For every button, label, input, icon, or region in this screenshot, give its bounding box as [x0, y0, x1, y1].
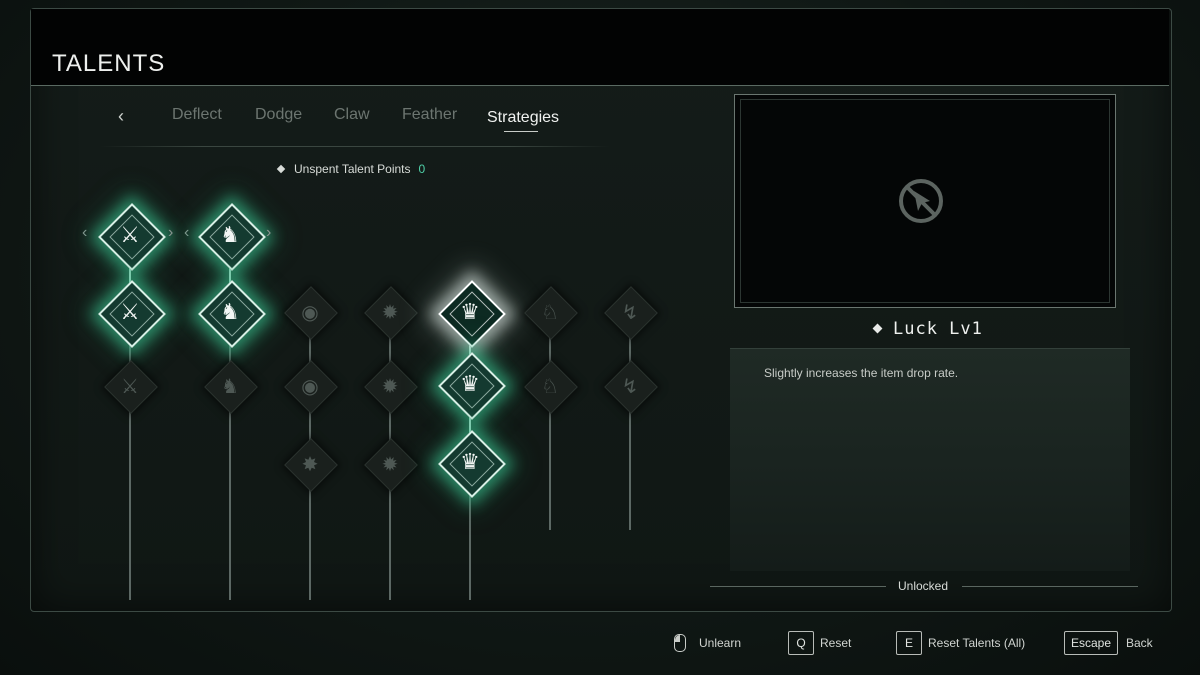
- reset-hint[interactable]: Reset: [820, 636, 851, 650]
- status-divider-left: [710, 586, 886, 587]
- crown-icon: ♛: [460, 299, 480, 324]
- armored-figure-icon: ♞: [221, 375, 239, 398]
- spiked-orb-icon: ✹: [381, 301, 399, 324]
- description-panel: [730, 348, 1130, 571]
- crossed-axes-icon: ⚔: [120, 299, 140, 324]
- lightning-staff-icon: ↯: [621, 301, 639, 324]
- unspent-points: Unspent Talent Points 0: [276, 162, 426, 176]
- shadow-beast-icon: ✸: [301, 453, 319, 476]
- spiked-orb-icon: ✹: [381, 453, 399, 476]
- crossed-axes-icon: ⚔: [120, 222, 140, 247]
- connector-line: [229, 410, 231, 600]
- unspent-points-value: 0: [418, 162, 426, 176]
- hooded-mask-icon: ◉: [301, 301, 319, 324]
- reset-all-hint[interactable]: Reset Talents (All): [928, 636, 1025, 650]
- connector-line: [549, 410, 551, 530]
- escape-key[interactable]: Escape: [1064, 631, 1118, 655]
- spiked-orb-icon: ✹: [381, 375, 399, 398]
- armored-figure-icon: ♞: [220, 222, 240, 247]
- diamond-icon: [872, 323, 883, 334]
- skill-description: Slightly increases the item drop rate.: [764, 366, 959, 380]
- dragon-head-icon: ♘: [541, 301, 559, 324]
- mouse-icon: [674, 634, 686, 652]
- chevron-left-icon[interactable]: ‹: [118, 106, 124, 127]
- tab-claw[interactable]: Claw: [334, 106, 370, 124]
- page-title: TALENTS: [52, 50, 166, 77]
- e-key[interactable]: E: [896, 631, 922, 655]
- connector-line: [389, 490, 391, 600]
- skill-name-text: Luck Lv1: [893, 319, 983, 339]
- header-bar: [31, 9, 1169, 86]
- unspent-points-label: Unspent Talent Points: [294, 162, 411, 176]
- diamond-icon: [276, 164, 286, 174]
- crossed-axes-icon: ⚔: [121, 375, 139, 398]
- tab-strategies[interactable]: Strategies: [487, 109, 559, 127]
- lightning-staff-icon: ↯: [621, 375, 639, 398]
- connector-line: [469, 490, 471, 600]
- tab-feather[interactable]: Feather: [402, 106, 457, 124]
- crown-icon: ♛: [460, 449, 480, 474]
- armored-figure-icon: ♞: [220, 299, 240, 324]
- q-key[interactable]: Q: [788, 631, 814, 655]
- next-variant-arrow[interactable]: ›: [168, 224, 173, 242]
- tab-dodge[interactable]: Dodge: [255, 106, 302, 124]
- tab-deflect[interactable]: Deflect: [172, 106, 222, 124]
- connector-line: [629, 410, 631, 530]
- active-tab-indicator: [504, 131, 538, 132]
- skill-name: Luck Lv1: [872, 319, 983, 339]
- no-video-icon: [899, 179, 943, 223]
- prev-variant-arrow[interactable]: ‹: [184, 224, 189, 242]
- status-divider-right: [962, 586, 1138, 587]
- next-variant-arrow[interactable]: ›: [266, 224, 271, 242]
- hooded-mask-icon: ◉: [301, 375, 319, 398]
- connector-line: [309, 490, 311, 600]
- connector-line: [129, 410, 131, 600]
- back-hint[interactable]: Back: [1126, 636, 1153, 650]
- skill-status: Unlocked: [898, 579, 949, 593]
- crown-icon: ♛: [460, 371, 480, 396]
- prev-variant-arrow[interactable]: ‹: [82, 224, 87, 242]
- dragon-head-icon: ♘: [541, 375, 559, 398]
- tabs-divider: [100, 146, 610, 147]
- unlearn-hint[interactable]: Unlearn: [699, 636, 741, 650]
